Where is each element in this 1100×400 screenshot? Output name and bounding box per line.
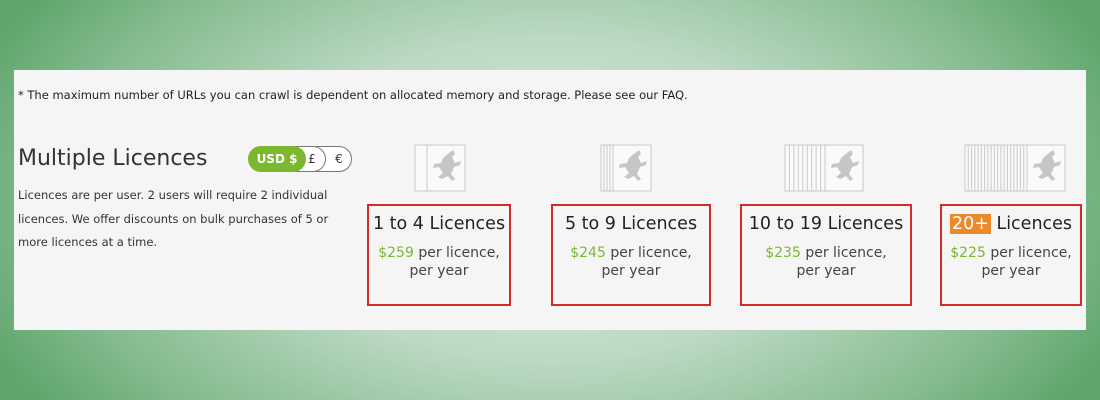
currency-usd-button[interactable]: USD $ — [248, 146, 306, 172]
price-period: per year — [409, 263, 469, 279]
price-unit: per licence, — [990, 245, 1072, 261]
price-period: per year — [981, 263, 1041, 279]
pricing-panel: * The maximum number of URLs you can cra… — [14, 70, 1086, 330]
tier-title: 20+ Licences — [949, 214, 1073, 234]
price-amount: $235 — [765, 245, 801, 261]
price-unit: per licence, — [610, 245, 692, 261]
currency-switcher: € £ USD $ — [248, 146, 352, 172]
frog-logo-icon — [600, 144, 652, 192]
tier-card-5-9: 5 to 9 Licences $245 per licence, per ye… — [551, 204, 711, 306]
tier-title: 5 to 9 Licences — [564, 214, 698, 234]
licence-stack-icon — [414, 143, 466, 193]
price-amount: $259 — [378, 245, 414, 261]
tier-price: $235 per licence, per year — [742, 244, 910, 280]
tier-title: 1 to 4 Licences — [372, 214, 506, 234]
tier-price: $225 per licence, per year — [942, 244, 1080, 280]
price-unit: per licence, — [418, 245, 500, 261]
tier-card-1-4: 1 to 4 Licences $259 per licence, per ye… — [367, 204, 511, 306]
price-amount: $245 — [570, 245, 606, 261]
footnote: * The maximum number of URLs you can cra… — [18, 88, 688, 102]
price-amount: $225 — [950, 245, 986, 261]
price-unit: per licence, — [805, 245, 887, 261]
price-period: per year — [796, 263, 856, 279]
licence-stack-icon — [784, 143, 864, 193]
price-period: per year — [601, 263, 661, 279]
section-description: Licences are per user. 2 users will requ… — [18, 188, 329, 249]
tier-highlight-badge: 20+ — [949, 214, 991, 234]
tier-price: $259 per licence, per year — [369, 244, 509, 280]
frog-logo-icon — [964, 144, 1066, 192]
tier-card-10-19: 10 to 19 Licences $235 per licence, per … — [740, 204, 912, 306]
licence-stack-icon — [600, 143, 652, 193]
tier-title: 10 to 19 Licences — [748, 214, 904, 234]
licence-stack-icon — [964, 143, 1066, 193]
frog-logo-icon — [784, 144, 864, 192]
section-title: Multiple Licences — [18, 146, 208, 171]
frog-logo-icon — [414, 144, 466, 192]
tier-price: $245 per licence, per year — [553, 244, 709, 280]
tier-card-20-plus: 20+ Licences $225 per licence, per year — [940, 204, 1082, 306]
